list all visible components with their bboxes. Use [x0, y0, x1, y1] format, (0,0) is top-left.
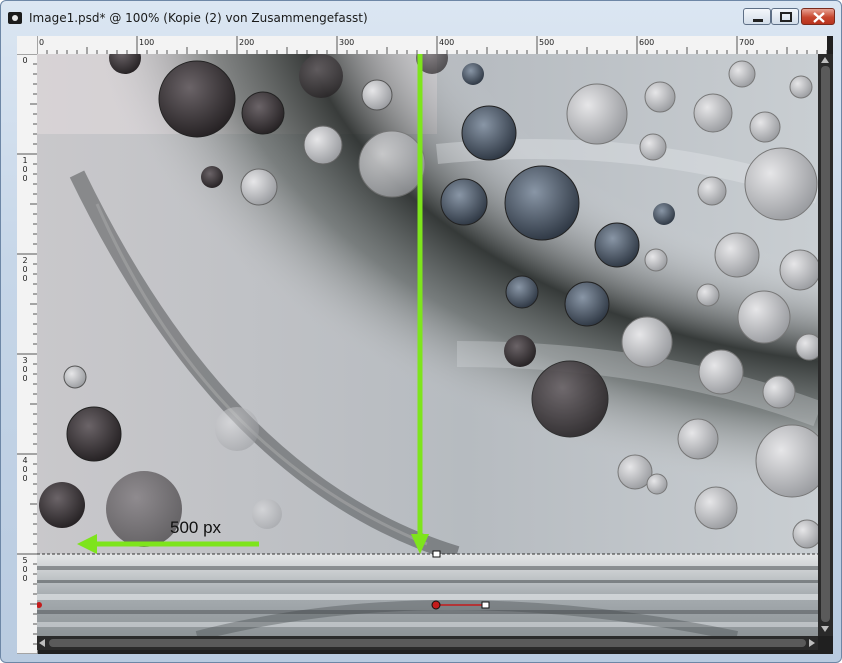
ruler-label: 400: [439, 38, 455, 47]
ruler-label: 500: [22, 556, 28, 583]
horizontal-scrollbar[interactable]: [37, 636, 818, 650]
scroll-right-icon[interactable]: [809, 639, 815, 647]
close-button[interactable]: [801, 8, 835, 25]
ruler-corner: [17, 36, 38, 55]
app-icon: [7, 10, 23, 26]
document-area: 0 100 200 300 400 500 600 700 0 100 200 …: [17, 36, 833, 654]
ruler-label: 0: [39, 38, 45, 47]
ruler-label: 300: [339, 38, 355, 47]
scroll-up-icon[interactable]: [821, 57, 829, 63]
ruler-label: 200: [22, 256, 28, 283]
vertical-scroll-thumb[interactable]: [821, 66, 830, 622]
close-icon: [813, 12, 825, 23]
ruler-label: 400: [22, 456, 28, 483]
vertical-ruler[interactable]: 0 100 200 300 400 500: [17, 54, 38, 654]
image-canvas[interactable]: 500 px: [37, 54, 818, 636]
vertical-scrollbar[interactable]: [818, 54, 833, 636]
ruler-label: 700: [739, 38, 755, 47]
minimize-icon: [753, 19, 763, 22]
minimize-button[interactable]: [743, 8, 771, 25]
ruler-label: 600: [639, 38, 655, 47]
annotation-label: 500 px: [170, 518, 222, 537]
scroll-down-icon[interactable]: [821, 626, 829, 632]
ruler-label: 200: [239, 38, 255, 47]
ruler-label: 100: [22, 156, 28, 183]
title-bar[interactable]: Image1.psd* @ 100% (Kopie (2) von Zusamm…: [5, 6, 835, 32]
image-window: Image1.psd* @ 100% (Kopie (2) von Zusamm…: [0, 0, 842, 663]
horizontal-scroll-thumb[interactable]: [49, 639, 806, 647]
window-title: Image1.psd* @ 100% (Kopie (2) von Zusamm…: [29, 11, 368, 25]
ruler-label: 100: [139, 38, 155, 47]
horizontal-ruler[interactable]: 0 100 200 300 400 500 600 700: [37, 36, 827, 55]
scroll-left-icon[interactable]: [39, 639, 45, 647]
ruler-label: 300: [22, 356, 28, 383]
maximize-icon: [780, 12, 792, 22]
ruler-label: 0: [22, 56, 28, 65]
maximize-button[interactable]: [771, 8, 799, 25]
ruler-label: 500: [539, 38, 555, 47]
